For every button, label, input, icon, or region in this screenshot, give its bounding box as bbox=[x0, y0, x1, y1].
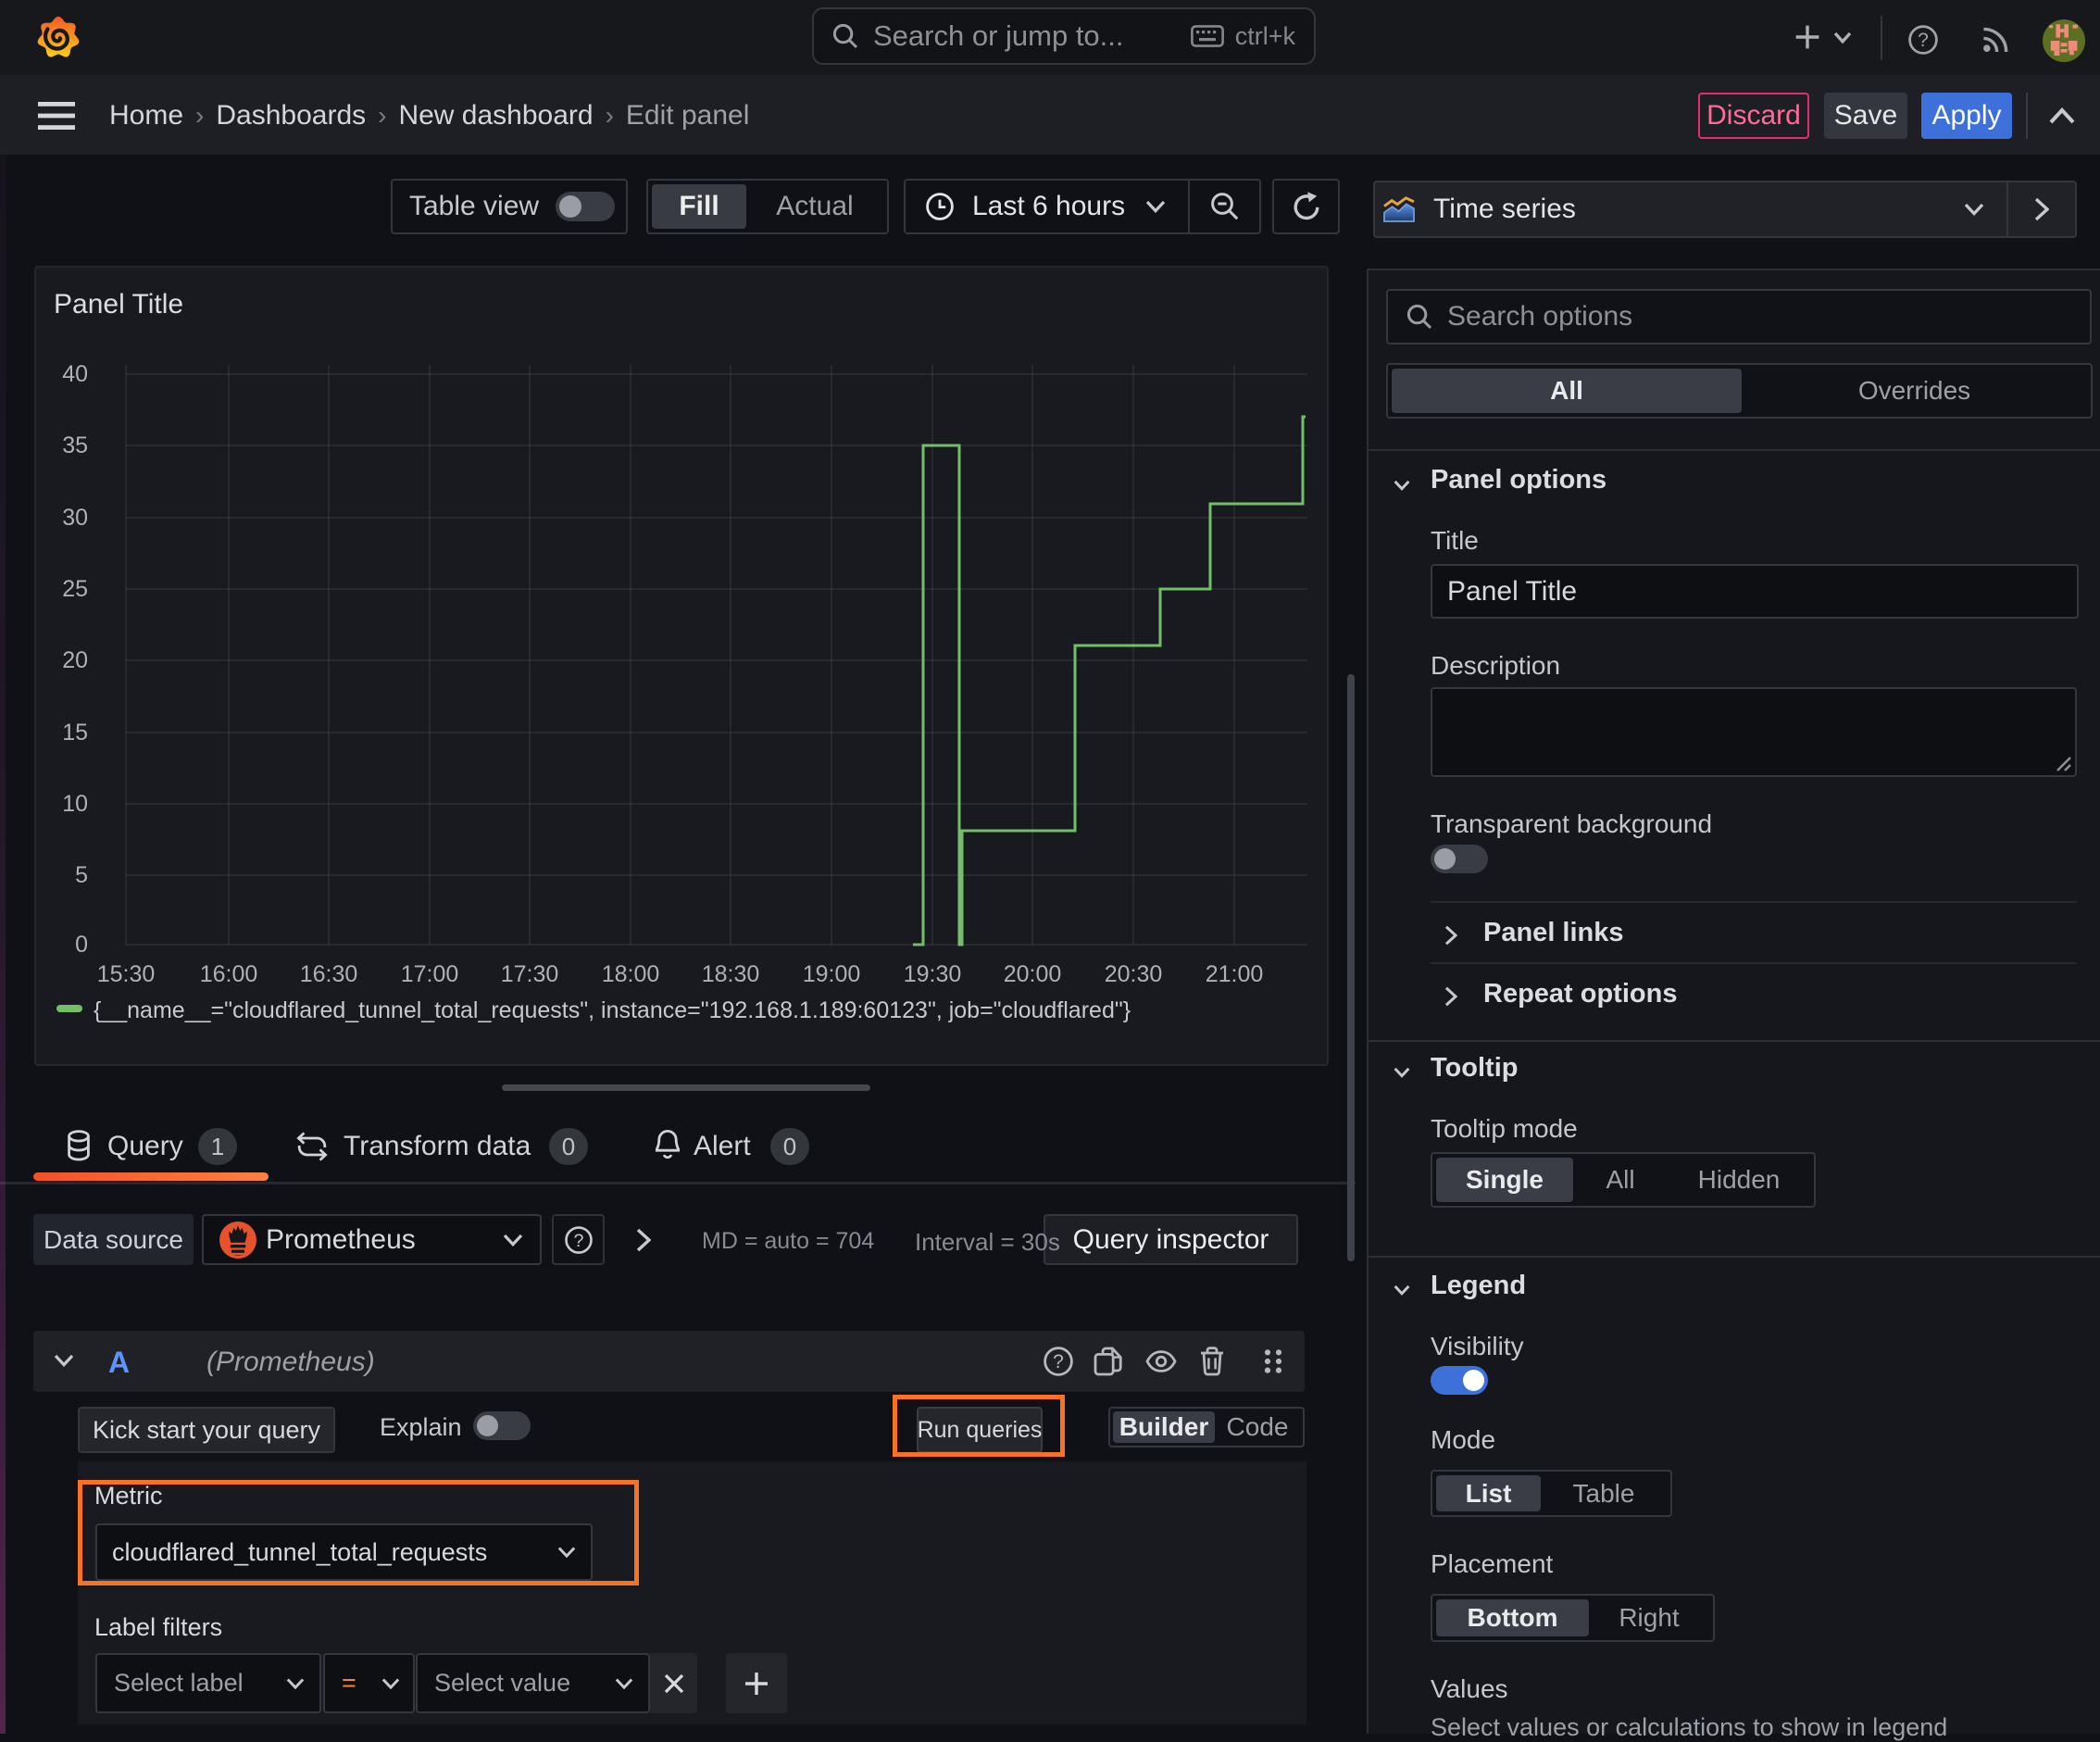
svg-text:10: 10 bbox=[62, 791, 88, 817]
svg-text:30: 30 bbox=[62, 505, 88, 531]
svg-text:16:00: 16:00 bbox=[200, 961, 258, 987]
svg-text:5: 5 bbox=[75, 862, 88, 888]
svg-text:25: 25 bbox=[62, 576, 88, 602]
svg-text:15:30: 15:30 bbox=[97, 961, 156, 987]
svg-text:?: ? bbox=[1918, 30, 1929, 51]
svg-text:15: 15 bbox=[62, 720, 88, 746]
svg-text:20: 20 bbox=[62, 647, 88, 673]
svg-text:40: 40 bbox=[62, 361, 88, 387]
svg-text:19:00: 19:00 bbox=[803, 961, 861, 987]
svg-text:18:30: 18:30 bbox=[702, 961, 760, 987]
svg-text:?: ? bbox=[1053, 1351, 1064, 1372]
svg-text:0: 0 bbox=[75, 932, 88, 958]
svg-text:16:30: 16:30 bbox=[300, 961, 358, 987]
svg-text:17:00: 17:00 bbox=[401, 961, 459, 987]
svg-text:20:30: 20:30 bbox=[1105, 961, 1163, 987]
svg-text:19:30: 19:30 bbox=[904, 961, 962, 987]
svg-text:20:00: 20:00 bbox=[1004, 961, 1062, 987]
svg-text:18:00: 18:00 bbox=[602, 961, 660, 987]
svg-text:21:00: 21:00 bbox=[1206, 961, 1264, 987]
svg-text:35: 35 bbox=[62, 432, 88, 458]
svg-text:?: ? bbox=[573, 1230, 583, 1250]
svg-text:17:30: 17:30 bbox=[501, 961, 559, 987]
